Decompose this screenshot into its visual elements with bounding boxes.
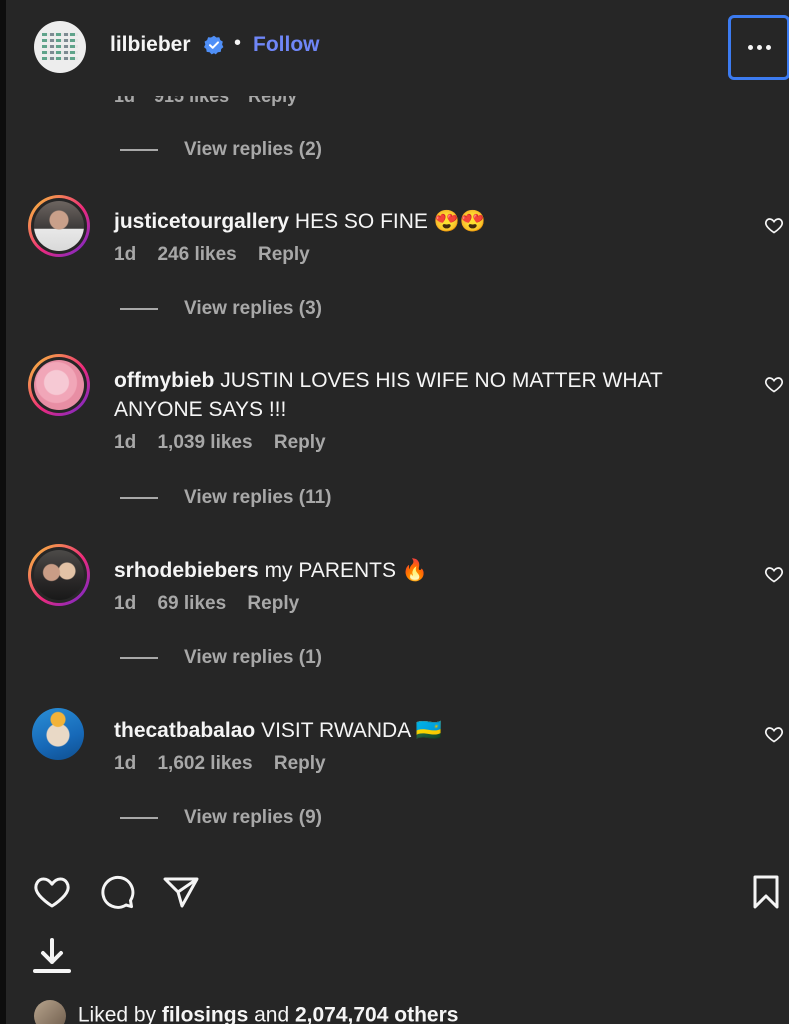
more-options-button[interactable] bbox=[728, 15, 789, 80]
comment-meta: 1d 1,602 likes Reply bbox=[114, 753, 342, 775]
liked-by-user[interactable]: filosings bbox=[162, 1004, 248, 1024]
liked-by-others[interactable]: 2,074,704 others bbox=[295, 1004, 458, 1024]
reply-button[interactable]: Reply bbox=[247, 593, 299, 614]
comment-meta: 1d 246 likes Reply bbox=[114, 244, 326, 266]
comment-likes[interactable]: 1,039 likes bbox=[157, 432, 252, 453]
reply-button[interactable]: Reply bbox=[274, 753, 326, 774]
comment-username[interactable]: thecatbabalao bbox=[114, 719, 255, 742]
comment-time: 1d bbox=[114, 593, 137, 614]
view-replies-label: View replies (9) bbox=[184, 807, 322, 828]
separator-dot: • bbox=[234, 32, 242, 54]
comment-meta: 1d 69 likes Reply bbox=[114, 593, 315, 615]
comment-body: offmybieb JUSTIN LOVES HIS WIFE NO MATTE… bbox=[114, 366, 714, 424]
comment-username[interactable]: offmybieb bbox=[114, 369, 214, 392]
comment-time: 1d bbox=[114, 432, 137, 453]
comment-likes[interactable]: 246 likes bbox=[157, 244, 236, 265]
comment-avatar[interactable] bbox=[28, 195, 90, 257]
comment-time: 1d bbox=[114, 244, 137, 265]
like-heart-icon[interactable] bbox=[32, 872, 72, 912]
owner-username[interactable]: lilbieber bbox=[110, 33, 191, 57]
view-replies-label: View replies (11) bbox=[184, 487, 332, 508]
comment-likes[interactable]: 69 likes bbox=[157, 593, 226, 614]
comment-text: my PARENTS 🔥 bbox=[264, 559, 428, 582]
download-icon[interactable] bbox=[32, 935, 72, 975]
reply-button[interactable]: Reply bbox=[258, 244, 310, 265]
comment-username[interactable]: srhodebiebers bbox=[114, 559, 259, 582]
comment-body: justicetourgallery HES SO FINE 😍😍 bbox=[114, 207, 714, 236]
view-replies-button[interactable]: View replies (2) bbox=[120, 139, 322, 163]
view-replies-button[interactable]: View replies (3) bbox=[120, 298, 322, 322]
view-replies-button[interactable]: View replies (9) bbox=[120, 807, 322, 831]
heart-icon[interactable] bbox=[764, 215, 784, 235]
comment-text: HES SO FINE 😍😍 bbox=[294, 210, 487, 233]
verified-badge-icon bbox=[204, 35, 224, 55]
view-replies-button[interactable]: View replies (1) bbox=[120, 647, 322, 671]
comment-avatar[interactable] bbox=[28, 354, 90, 416]
liked-by-summary: Liked by filosings and 2,074,704 others bbox=[34, 1000, 458, 1024]
post-header: lilbieber • Follow bbox=[6, 0, 789, 96]
comments-panel: lilbieber • Follow 1d 915 likes Reply Vi… bbox=[6, 0, 789, 1024]
comment-avatar[interactable] bbox=[28, 544, 90, 606]
view-replies-button[interactable]: View replies (11) bbox=[120, 487, 332, 511]
comment-body: srhodebiebers my PARENTS 🔥 bbox=[114, 556, 714, 585]
action-bar-divider bbox=[6, 852, 789, 853]
comment-likes[interactable]: 1,602 likes bbox=[157, 753, 252, 774]
comment-username[interactable]: justicetourgallery bbox=[114, 210, 289, 233]
comment-icon[interactable] bbox=[97, 872, 137, 912]
liked-by-avatar[interactable] bbox=[34, 1000, 66, 1024]
view-replies-label: View replies (2) bbox=[184, 139, 322, 160]
liked-by-prefix: Liked by bbox=[77, 1003, 157, 1024]
liked-by-and: and bbox=[254, 1003, 290, 1024]
heart-icon[interactable] bbox=[764, 564, 784, 584]
bookmark-icon[interactable] bbox=[746, 872, 786, 912]
view-replies-label: View replies (3) bbox=[184, 298, 322, 319]
comment-meta: 1d 1,039 likes Reply bbox=[114, 432, 342, 454]
owner-avatar[interactable] bbox=[34, 21, 86, 73]
heart-icon[interactable] bbox=[764, 724, 784, 744]
replies-line bbox=[120, 149, 158, 151]
more-options-icon bbox=[748, 45, 753, 50]
reply-button[interactable]: Reply bbox=[274, 432, 326, 453]
view-replies-label: View replies (1) bbox=[184, 647, 322, 668]
comment-time: 1d bbox=[114, 753, 137, 774]
comment-text: VISIT RWANDA 🇷🇼 bbox=[261, 719, 443, 742]
send-icon[interactable] bbox=[161, 872, 201, 912]
comment-avatar[interactable] bbox=[28, 704, 90, 766]
heart-icon[interactable] bbox=[764, 374, 784, 394]
follow-button[interactable]: Follow bbox=[253, 33, 320, 57]
comment-body: thecatbabalao VISIT RWANDA 🇷🇼 bbox=[114, 716, 714, 745]
